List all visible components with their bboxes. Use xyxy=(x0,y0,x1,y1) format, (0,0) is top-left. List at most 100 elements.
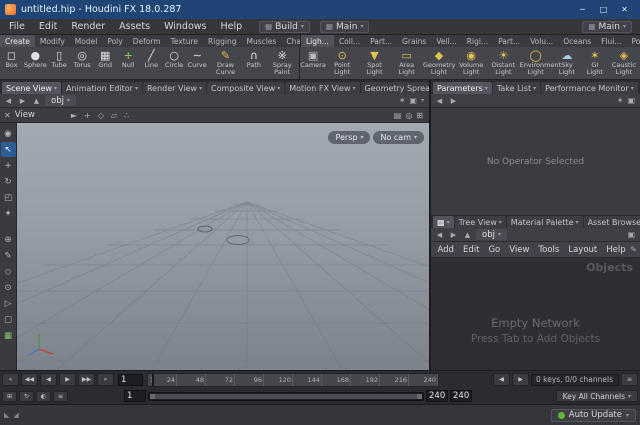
pane-tab[interactable]: Performance Monitor ▾ xyxy=(541,82,638,94)
box-tool[interactable]: ◻ Box xyxy=(0,49,23,69)
menu-item[interactable]: Tools xyxy=(534,245,564,255)
pane-tab[interactable]: Scene View ▾ xyxy=(2,82,61,94)
viewport-canvas[interactable]: Persp ▾ No cam ▾ xyxy=(17,123,429,370)
display-points-icon[interactable]: ∴ xyxy=(124,111,129,120)
menu-item[interactable]: Windows xyxy=(157,19,213,34)
viewport-layout-icon[interactable]: ⊞ xyxy=(416,111,423,120)
timeline-ruler[interactable]: 1 24487296120144168192216240 xyxy=(147,372,439,387)
maximize-button[interactable]: □ xyxy=(593,2,614,17)
update-mode-selector[interactable]: Auto Update ▾ xyxy=(550,408,636,422)
gi-light-tool[interactable]: ✶ GI Light xyxy=(582,49,608,76)
network-editor-canvas[interactable]: Objects Empty Network Press Tab to Add O… xyxy=(431,258,640,370)
next-key-button[interactable]: ▶ xyxy=(512,373,529,386)
pane-tab[interactable]: Parameters ▾ xyxy=(433,82,492,94)
favorites-star-icon[interactable]: ✶ xyxy=(617,96,624,105)
render-region-icon[interactable]: ▢ xyxy=(1,312,16,327)
shelf-tab[interactable]: Vell... xyxy=(431,35,461,47)
pane-tab[interactable]: Asset Browser ▾ xyxy=(583,216,640,228)
shelf-tab[interactable]: Grains xyxy=(397,35,431,47)
shelf-tab[interactable]: Rigging xyxy=(203,35,241,47)
torus-tool[interactable]: ◎ Torus xyxy=(71,49,94,69)
shelf-tab[interactable]: Deform xyxy=(128,35,166,47)
up-level-button[interactable]: ▲ xyxy=(31,97,42,105)
shelf-tab[interactable]: Oceans xyxy=(558,35,596,47)
forward-button[interactable]: ▶ xyxy=(448,97,459,105)
jump-to-start-button[interactable]: « xyxy=(2,373,19,386)
favorites-star-icon[interactable]: ✶ xyxy=(399,96,406,105)
shelf-set-selector[interactable]: ▦ Main ▾ xyxy=(319,20,370,33)
pin-icon[interactable]: ▣ xyxy=(627,96,635,105)
step-forward-button[interactable]: ▶ xyxy=(59,373,76,386)
menu-item[interactable]: View xyxy=(505,245,534,255)
camera-selector[interactable]: No cam ▾ xyxy=(373,131,424,144)
shelf-tab[interactable]: Model xyxy=(70,35,103,47)
range-start-handle[interactable] xyxy=(150,393,155,399)
distant-light-tool[interactable]: ☀ Distant Light xyxy=(487,49,519,76)
area-light-tool[interactable]: ▭ Area Light xyxy=(391,49,423,76)
sphere-tool[interactable]: ● Sphere xyxy=(23,49,48,69)
pane-divider[interactable] xyxy=(429,80,431,370)
grid-tool[interactable]: ▦ Grid xyxy=(94,49,117,69)
curve-tool[interactable]: ∼ Curve xyxy=(186,49,209,69)
snap-tool-icon[interactable]: ◇ xyxy=(1,264,16,279)
spot-light-tool[interactable]: ▼ Spot Light xyxy=(358,49,390,76)
pane-tab[interactable]: Composite View ▾ xyxy=(207,82,285,94)
environment-light-tool[interactable]: ◯ Environment Light xyxy=(520,49,562,76)
edit-tool-icon[interactable]: ✎ xyxy=(1,248,16,263)
point-light-tool[interactable]: ⊙ Point Light xyxy=(326,49,358,76)
spray-paint-tool[interactable]: ※ Spray Paint xyxy=(265,49,299,76)
back-button[interactable]: ◀ xyxy=(434,231,445,239)
desktop-selector[interactable]: ▦ Build ▾ xyxy=(259,20,310,33)
pane-tab[interactable]: Tree View ▾ xyxy=(454,216,506,228)
edit-icon[interactable]: ✎ xyxy=(630,245,637,254)
pivot-tool-icon[interactable]: ⊙ xyxy=(1,280,16,295)
null-tool[interactable]: + Null xyxy=(117,49,140,69)
shelf-tab[interactable]: Poly xyxy=(102,35,127,47)
range-end-handle[interactable] xyxy=(417,393,422,399)
play-forward-button[interactable]: ▶▶ xyxy=(78,373,95,386)
menu-item[interactable]: Render xyxy=(64,19,112,34)
pose-tool-icon[interactable]: ✦ xyxy=(1,206,16,221)
menu-item[interactable]: Go xyxy=(484,245,505,255)
camera-view-icon[interactable]: ◎ xyxy=(405,111,412,120)
tab-network-view[interactable]: ▩ ▾ xyxy=(433,216,454,228)
shelf-tab[interactable]: Muscles xyxy=(241,35,281,47)
playback-controls-button[interactable]: ⊞ xyxy=(2,390,17,402)
play-reverse-button[interactable]: ◀◀ xyxy=(21,373,38,386)
close-button[interactable]: ✕ xyxy=(614,2,635,17)
flipbook-icon[interactable]: ▷ xyxy=(1,296,16,311)
pin-icon[interactable]: ▣ xyxy=(409,96,417,105)
cancel-operation-icon[interactable]: ✕ xyxy=(4,111,11,120)
current-frame-field[interactable] xyxy=(118,373,143,386)
handles-tool-icon[interactable]: ⊕ xyxy=(1,232,16,247)
up-level-button[interactable]: ▲ xyxy=(462,231,473,239)
caustic-light-tool[interactable]: ◈ Caustic Light xyxy=(608,49,640,76)
take-selector[interactable]: ▦ Main ▾ xyxy=(582,20,632,33)
range-start-field[interactable] xyxy=(124,390,146,402)
sky-light-tool[interactable]: ☁ Sky Light xyxy=(552,49,582,76)
playbar-options-small-button[interactable]: ≡ xyxy=(53,390,68,402)
rotate-tool-icon[interactable]: ↻ xyxy=(1,174,16,189)
playbar-options-button[interactable]: ≡ xyxy=(621,373,638,386)
breadcrumb[interactable]: obj ▾ xyxy=(45,95,76,106)
pin-icon[interactable]: ▣ xyxy=(627,230,635,239)
volume-light-tool[interactable]: ◉ Volume Light xyxy=(455,49,487,76)
construction-plane-icon[interactable]: ▱ xyxy=(111,111,117,120)
translate-tool-icon[interactable]: + xyxy=(1,158,16,173)
pane-tab[interactable]: Geometry Spreadsheet ▾ xyxy=(360,82,429,94)
path-tool[interactable]: ∩ Path xyxy=(242,49,265,69)
projection-selector[interactable]: Persp ▾ xyxy=(328,131,371,144)
chevron-down-icon[interactable]: ▾ xyxy=(421,97,424,104)
back-button[interactable]: ◀ xyxy=(3,97,14,105)
back-button[interactable]: ◀ xyxy=(434,97,445,105)
draw-curve-tool[interactable]: ✎ Draw Curve xyxy=(209,49,243,76)
pane-expand-left-icon[interactable]: ◣ xyxy=(4,411,9,419)
pane-tab[interactable]: Render View ▾ xyxy=(142,82,206,94)
network-breadcrumb[interactable]: obj ▾ xyxy=(476,229,507,240)
shelf-tab[interactable]: Ligh... xyxy=(301,35,334,47)
shelf-tab[interactable]: Char... xyxy=(281,35,300,47)
select-tool-icon[interactable]: ↖ xyxy=(0,142,16,157)
menu-item[interactable]: Edit xyxy=(32,19,64,34)
global-end-field[interactable] xyxy=(450,390,472,402)
forward-button[interactable]: ▶ xyxy=(448,231,459,239)
